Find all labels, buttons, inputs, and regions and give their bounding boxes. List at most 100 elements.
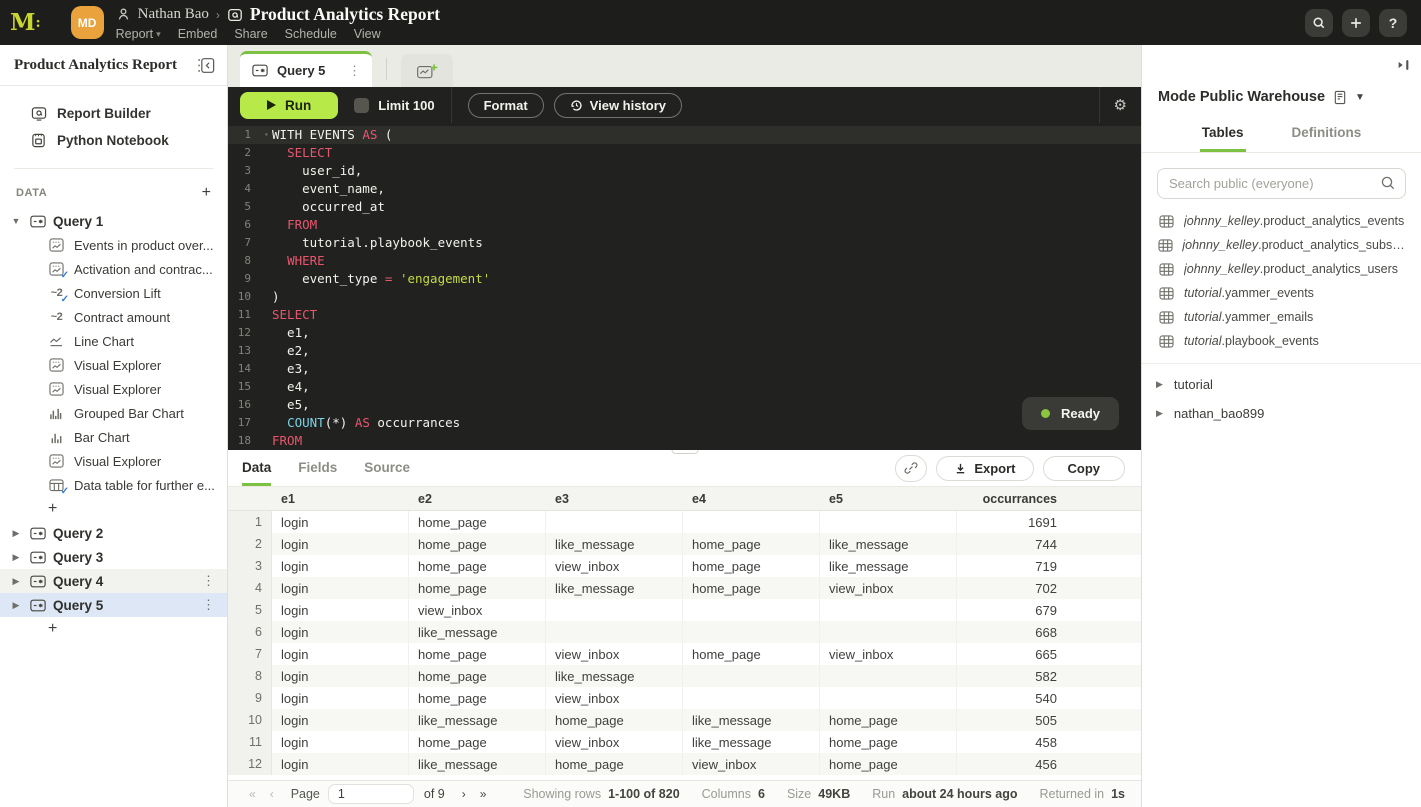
- tab-data[interactable]: Data: [242, 450, 271, 486]
- menu-item-embed[interactable]: Embed: [178, 27, 218, 41]
- tab-tables[interactable]: Tables: [1200, 119, 1246, 152]
- run-button[interactable]: Run: [240, 92, 338, 119]
- sidebar-item-report-builder[interactable]: Report Builder: [0, 100, 227, 127]
- table-list-item[interactable]: tutorial.yammer_emails: [1142, 305, 1421, 329]
- editor-settings-button[interactable]: ⚙: [1099, 87, 1141, 123]
- tree-item-activation-and-contrac-[interactable]: ✓Activation and contrac...: [0, 257, 227, 281]
- code-line[interactable]: 6 FROM: [228, 216, 1141, 234]
- tab-source[interactable]: Source: [364, 450, 410, 486]
- resize-handle[interactable]: [671, 450, 698, 454]
- tab-query-5[interactable]: Query 5 ⋮: [240, 51, 372, 87]
- menu-item-view[interactable]: View: [354, 27, 381, 41]
- limit-checkbox[interactable]: [354, 98, 369, 113]
- tree-item-query-5[interactable]: ▶Query 5⋮: [0, 593, 227, 617]
- schema-item-nathan_bao899[interactable]: ▶nathan_bao899: [1142, 399, 1421, 428]
- chevron-right-icon[interactable]: ▶: [10, 600, 22, 611]
- table-list-item[interactable]: johnny_kelley.product_analytics_users: [1142, 257, 1421, 281]
- tree-item-conversion-lift[interactable]: ~2✓Conversion Lift: [0, 281, 227, 305]
- chevron-right-icon[interactable]: ▶: [1156, 408, 1163, 419]
- code-line[interactable]: 10 ): [228, 288, 1141, 306]
- expand-panel-icon[interactable]: [1395, 57, 1413, 73]
- table-row[interactable]: 12loginlike_messagehome_pageview_inboxho…: [228, 753, 1141, 775]
- first-page-icon[interactable]: «: [242, 787, 263, 801]
- tree-item-bar-chart[interactable]: Bar Chart: [0, 425, 227, 449]
- menu-item-schedule[interactable]: Schedule: [285, 27, 337, 41]
- tree-item-query-1[interactable]: ▼Query 1: [0, 209, 227, 233]
- copy-button[interactable]: Copy: [1043, 456, 1126, 481]
- limit-checkbox-group[interactable]: Limit 100: [354, 98, 434, 113]
- warehouse-selector[interactable]: Mode Public Warehouse ▼: [1142, 85, 1421, 119]
- table-list-item[interactable]: johnny_kelley.product_analytics_events: [1142, 209, 1421, 233]
- table-row[interactable]: 11loginhome_pageview_inboxlike_messageho…: [228, 731, 1141, 753]
- mode-logo[interactable]: M:: [10, 9, 41, 36]
- add-button[interactable]: [1342, 9, 1370, 37]
- table-row[interactable]: 9loginhome_pageview_inbox540: [228, 687, 1141, 709]
- tree-item-query-3[interactable]: ▶Query 3: [0, 545, 227, 569]
- column-header-e2[interactable]: e2: [409, 487, 546, 510]
- tree-item-contract-amount[interactable]: ~2Contract amount: [0, 305, 227, 329]
- code-line[interactable]: 4 event_name,: [228, 180, 1141, 198]
- table-row[interactable]: 5loginview_inbox679: [228, 599, 1141, 621]
- avatar[interactable]: MD: [71, 6, 104, 39]
- code-line[interactable]: 8 WHERE: [228, 252, 1141, 270]
- tree-item-query-4[interactable]: ▶Query 4⋮: [0, 569, 227, 593]
- menu-item-share[interactable]: Share: [234, 27, 267, 41]
- collapse-sidebar-icon[interactable]: [195, 57, 215, 74]
- code-line[interactable]: 11 SELECT: [228, 306, 1141, 324]
- tree-item-visual-explorer[interactable]: Visual Explorer: [0, 353, 227, 377]
- column-header-e5[interactable]: e5: [820, 487, 957, 510]
- code-line[interactable]: 9 event_type = 'engagement': [228, 270, 1141, 288]
- code-line[interactable]: 13 e2,: [228, 342, 1141, 360]
- tree-item-query-2[interactable]: ▶Query 2: [0, 521, 227, 545]
- code-line[interactable]: 1▾WITH EVENTS AS (: [228, 126, 1141, 144]
- chevron-right-icon[interactable]: ▶: [10, 552, 22, 563]
- table-row[interactable]: 8loginhome_pagelike_message582: [228, 665, 1141, 687]
- table-row[interactable]: 3loginhome_pageview_inboxhome_pagelike_m…: [228, 555, 1141, 577]
- add-item-icon[interactable]: +: [48, 621, 57, 637]
- new-chart-tab-button[interactable]: [401, 54, 453, 87]
- search-button[interactable]: [1305, 9, 1333, 37]
- last-page-icon[interactable]: »: [473, 787, 494, 801]
- sidebar-item-python-notebook[interactable]: Python Notebook: [0, 127, 227, 154]
- add-query-icon[interactable]: +: [202, 185, 211, 201]
- item-menu-icon[interactable]: ⋮: [198, 597, 219, 613]
- view-history-button[interactable]: View history: [554, 93, 682, 118]
- item-menu-icon[interactable]: ⋮: [198, 573, 219, 589]
- table-row[interactable]: 7loginhome_pageview_inboxhome_pageview_i…: [228, 643, 1141, 665]
- column-header-occurrances[interactable]: occurrances: [957, 487, 1141, 510]
- schema-item-tutorial[interactable]: ▶tutorial: [1142, 370, 1421, 399]
- column-header-e4[interactable]: e4: [683, 487, 820, 510]
- chevron-right-icon[interactable]: ▶: [1156, 379, 1163, 390]
- table-list-item[interactable]: tutorial.playbook_events: [1142, 329, 1421, 353]
- page-input[interactable]: [328, 784, 414, 804]
- code-line[interactable]: 5 occurred_at: [228, 198, 1141, 216]
- table-row[interactable]: 6loginlike_message668: [228, 621, 1141, 643]
- code-line[interactable]: 18 FROM: [228, 432, 1141, 450]
- tree-item-data-table-for-further-e-[interactable]: ✓Data table for further e...: [0, 473, 227, 497]
- table-list-item[interactable]: tutorial.yammer_events: [1142, 281, 1421, 305]
- tree-item-visual-explorer[interactable]: Visual Explorer: [0, 449, 227, 473]
- table-row[interactable]: 1loginhome_page1691: [228, 511, 1141, 533]
- code-line[interactable]: 7 tutorial.playbook_events: [228, 234, 1141, 252]
- sql-code[interactable]: 1▾WITH EVENTS AS (2 SELECT3 user_id,4 ev…: [228, 123, 1141, 450]
- share-link-button[interactable]: [895, 455, 927, 482]
- code-line[interactable]: 17 COUNT(*) AS occurrances: [228, 414, 1141, 432]
- column-header-e1[interactable]: e1: [272, 487, 409, 510]
- menu-item-report[interactable]: Report▾: [116, 27, 161, 41]
- export-button[interactable]: Export: [936, 456, 1033, 481]
- chevron-right-icon[interactable]: ▶: [10, 576, 22, 587]
- code-line[interactable]: 16 e5,: [228, 396, 1141, 414]
- table-list-item[interactable]: johnny_kelley.product_analytics_subscrip…: [1142, 233, 1421, 257]
- table-row[interactable]: 4loginhome_pagelike_messagehome_pageview…: [228, 577, 1141, 599]
- next-page-icon[interactable]: ›: [455, 787, 473, 801]
- chevron-down-icon[interactable]: ▼: [10, 216, 22, 226]
- prev-page-icon[interactable]: ‹: [263, 787, 281, 801]
- column-header-e3[interactable]: e3: [546, 487, 683, 510]
- tree-item-events-in-product-over-[interactable]: Events in product over...: [0, 233, 227, 257]
- code-line[interactable]: 14 e3,: [228, 360, 1141, 378]
- add-item-icon[interactable]: +: [48, 501, 57, 517]
- tab-fields[interactable]: Fields: [298, 450, 337, 486]
- table-row[interactable]: 2loginhome_pagelike_messagehome_pagelike…: [228, 533, 1141, 555]
- tree-item-line-chart[interactable]: Line Chart: [0, 329, 227, 353]
- format-button[interactable]: Format: [468, 93, 544, 118]
